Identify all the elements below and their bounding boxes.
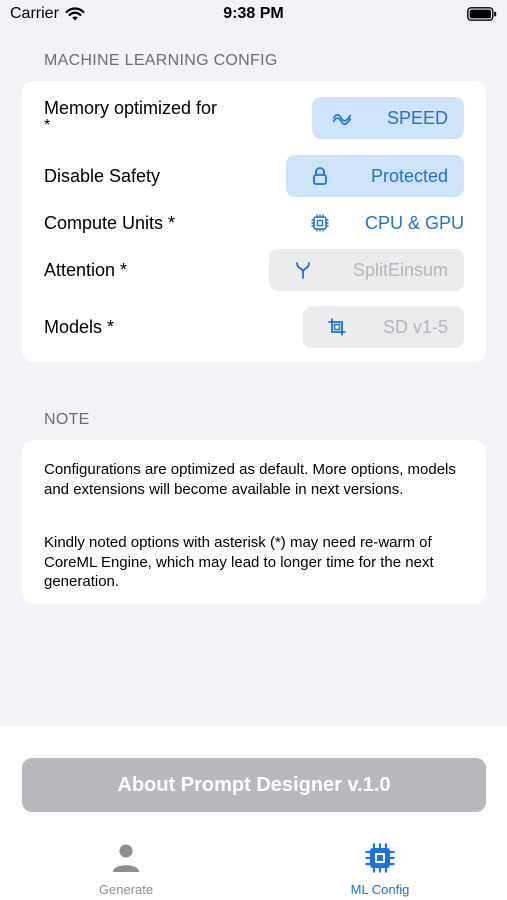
tab-generate[interactable]: Generate (66, 842, 186, 900)
ml-config-header: MACHINE LEARNING CONFIG (44, 52, 278, 69)
models-button[interactable]: SD v1-5 (303, 306, 464, 348)
about-button[interactable]: About Prompt Designer v.1.0 (22, 758, 486, 812)
tab-ml-config[interactable]: ML Config (320, 842, 440, 900)
branch-icon (296, 262, 310, 279)
models-value: SD v1-5 (382, 317, 448, 337)
person-icon (113, 844, 139, 872)
status-bar: Carrier 9:38 PM (0, 0, 507, 32)
ml-config-card: Memory optimized for * SPEED Disable Saf… (22, 81, 486, 362)
tab-ml-config-label: ML Config (350, 882, 410, 897)
cpu-chip-icon (365, 843, 395, 873)
note-paragraph-1: Configurations are optimized as default.… (44, 461, 456, 498)
compute-units-label: Compute Units * (44, 213, 176, 233)
memory-optimized-label-asterisk: * (44, 117, 51, 134)
memory-optimized-label: Memory optimized for * (44, 97, 218, 134)
attention-label: Attention * (44, 260, 128, 280)
compute-units-value: CPU & GPU (364, 213, 464, 233)
memory-optimized-button[interactable]: SPEED (312, 97, 464, 139)
disable-safety-value: Protected (370, 166, 448, 186)
lock-icon (313, 167, 327, 185)
note-paragraph-2: Kindly noted options with asterisk (*) m… (44, 534, 434, 590)
disable-safety-button[interactable]: Protected (286, 155, 464, 197)
compute-units-button[interactable]: CPU & GPU (294, 202, 464, 244)
speed-wave-icon (332, 114, 352, 125)
memory-optimized-value: SPEED (386, 108, 448, 128)
status-time: 9:38 PM (223, 5, 284, 22)
battery-icon (467, 7, 497, 21)
attention-value: SplitEinsum (352, 260, 448, 280)
tab-generate-label: Generate (98, 882, 154, 897)
crop-frame-icon (328, 318, 346, 336)
models-label: Models * (44, 317, 115, 337)
disable-safety-label: Disable Safety (44, 166, 161, 186)
memory-optimized-label-line1: Memory optimized for (44, 98, 218, 118)
cpu-chip-icon (311, 214, 329, 232)
note-header: NOTE (44, 411, 90, 428)
note-card: Configurations are optimized as default.… (22, 440, 486, 604)
attention-button[interactable]: SplitEinsum (269, 249, 464, 291)
